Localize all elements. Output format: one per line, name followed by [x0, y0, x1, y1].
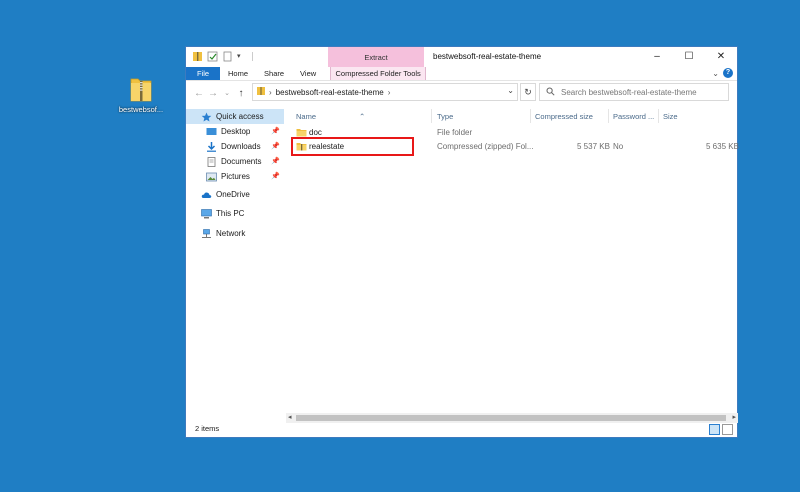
tab-home[interactable]: Home [220, 67, 256, 80]
back-arrow-icon[interactable]: ← [192, 88, 206, 99]
pin-icon[interactable]: 📌 [271, 142, 280, 150]
maximize-button[interactable]: ☐ [673, 47, 705, 67]
sidebar-item-label: OneDrive [216, 190, 250, 199]
sidebar-item-onedrive[interactable]: OneDrive [186, 187, 284, 202]
file-compressed-size: 5 537 KB [577, 142, 610, 151]
file-type: Compressed (zipped) Fol... [437, 142, 534, 151]
sidebar-item-documents[interactable]: Documents 📌 [186, 154, 284, 169]
sidebar-item-label: Downloads [221, 142, 261, 151]
documents-icon [206, 156, 217, 167]
quick-access-toolbar: ▾ [192, 51, 253, 62]
new-folder-icon[interactable] [222, 51, 233, 62]
zip-folder-icon [256, 86, 266, 98]
sort-ascending-icon: ⌃ [359, 112, 366, 121]
column-header-size[interactable]: Size [663, 112, 678, 121]
column-divider[interactable] [431, 109, 432, 123]
sidebar-item-label: Documents [221, 157, 262, 166]
refresh-button[interactable]: ↻ [520, 83, 536, 101]
pin-icon[interactable]: 📌 [271, 157, 280, 165]
zip-folder-icon [192, 51, 203, 62]
expand-ribbon-icon[interactable]: ⌄ [712, 69, 719, 78]
computer-icon [201, 208, 212, 219]
address-dropdown-icon[interactable]: ⌄ [507, 86, 514, 95]
forward-arrow-icon[interactable]: → [206, 88, 220, 99]
file-type: File folder [437, 128, 473, 137]
column-divider[interactable] [658, 109, 659, 123]
highlight-box [291, 137, 414, 156]
sidebar-item-this-pc[interactable]: This PC [186, 206, 284, 221]
pin-icon[interactable]: 📌 [271, 172, 280, 180]
column-header-password[interactable]: Password ... [613, 112, 654, 121]
column-divider[interactable] [608, 109, 609, 123]
address-bar[interactable]: › bestwebsoft-real-estate-theme › ⌄ [252, 83, 518, 101]
sidebar-item-desktop[interactable]: Desktop 📌 [186, 124, 284, 139]
zip-folder-icon [130, 74, 152, 102]
desktop-zip-icon[interactable]: bestwebsof... [112, 74, 170, 114]
up-arrow-icon[interactable]: ↑ [234, 88, 248, 99]
file-name: doc [309, 128, 322, 137]
breadcrumb[interactable]: bestwebsoft-real-estate-theme [276, 88, 384, 97]
properties-icon[interactable] [207, 51, 218, 62]
sidebar-item-label: Pictures [221, 172, 250, 181]
minimize-button[interactable]: – [641, 47, 673, 67]
help-icon[interactable]: ? [723, 68, 733, 78]
sidebar-item-label: Network [216, 229, 246, 238]
search-placeholder: Search bestwebsoft-real-estate-theme [561, 87, 697, 97]
file-list: ⌃ Name Type Compressed size Password ...… [286, 107, 739, 419]
download-icon [206, 141, 217, 152]
tab-compressed-folder-tools[interactable]: Compressed Folder Tools [330, 67, 427, 80]
navigation-pane: Quick access Desktop 📌 Downloads 📌 Docum… [186, 107, 284, 419]
column-header-compressed-size[interactable]: Compressed size [535, 112, 593, 121]
file-size: 5 635 KB [706, 142, 739, 151]
recent-locations-icon[interactable]: ⌄ [220, 89, 234, 97]
context-tab-group: Extract [328, 47, 424, 67]
title-bar: ▾ Extract bestwebsoft-real-estate-theme … [186, 47, 737, 67]
toolbar-separator [252, 52, 253, 61]
tab-share[interactable]: Share [256, 67, 292, 80]
sidebar-item-label: Quick access [216, 112, 264, 121]
sidebar-item-downloads[interactable]: Downloads 📌 [186, 139, 284, 154]
column-header-type[interactable]: Type [437, 112, 453, 121]
breadcrumb-separator: › [387, 87, 391, 97]
search-input[interactable]: Search bestwebsoft-real-estate-theme [539, 83, 729, 101]
close-button[interactable]: ✕ [705, 47, 737, 67]
tab-file[interactable]: File [186, 67, 220, 80]
star-icon [201, 112, 212, 122]
pin-icon[interactable]: 📌 [271, 127, 280, 135]
sidebar-item-label: This PC [216, 209, 245, 218]
window-title: bestwebsoft-real-estate-theme [433, 52, 542, 61]
desktop-icon [206, 127, 217, 137]
column-header-row: ⌃ Name Type Compressed size Password ...… [286, 107, 739, 125]
sidebar-item-quick-access[interactable]: Quick access [186, 109, 284, 124]
details-view-icon[interactable] [709, 424, 720, 435]
large-icons-view-icon[interactable] [722, 424, 733, 435]
tab-view[interactable]: View [292, 67, 324, 80]
sidebar-item-label: Desktop [221, 127, 251, 136]
search-icon [546, 87, 555, 98]
breadcrumb-separator: › [269, 87, 272, 97]
desktop-icon-label: bestwebsof... [118, 105, 164, 114]
item-count: 2 items [195, 424, 220, 433]
cloud-icon [201, 190, 212, 200]
network-icon [201, 228, 212, 239]
explorer-window: ▾ Extract bestwebsoft-real-estate-theme … [185, 46, 739, 438]
ribbon-tabs: File Home Share View Compressed Folder T… [186, 67, 737, 81]
column-header-name[interactable]: Name [296, 112, 316, 121]
sidebar-item-network[interactable]: Network [186, 226, 284, 241]
column-divider[interactable] [530, 109, 531, 123]
address-row: ← → ⌄ ↑ › bestwebsoft-real-estate-theme … [186, 81, 737, 105]
customize-toolbar-icon[interactable]: ▾ [237, 51, 248, 62]
file-password: No [613, 142, 624, 151]
pictures-icon [206, 172, 217, 182]
sidebar-item-pictures[interactable]: Pictures 📌 [186, 169, 284, 184]
status-bar: 2 items [186, 421, 737, 437]
